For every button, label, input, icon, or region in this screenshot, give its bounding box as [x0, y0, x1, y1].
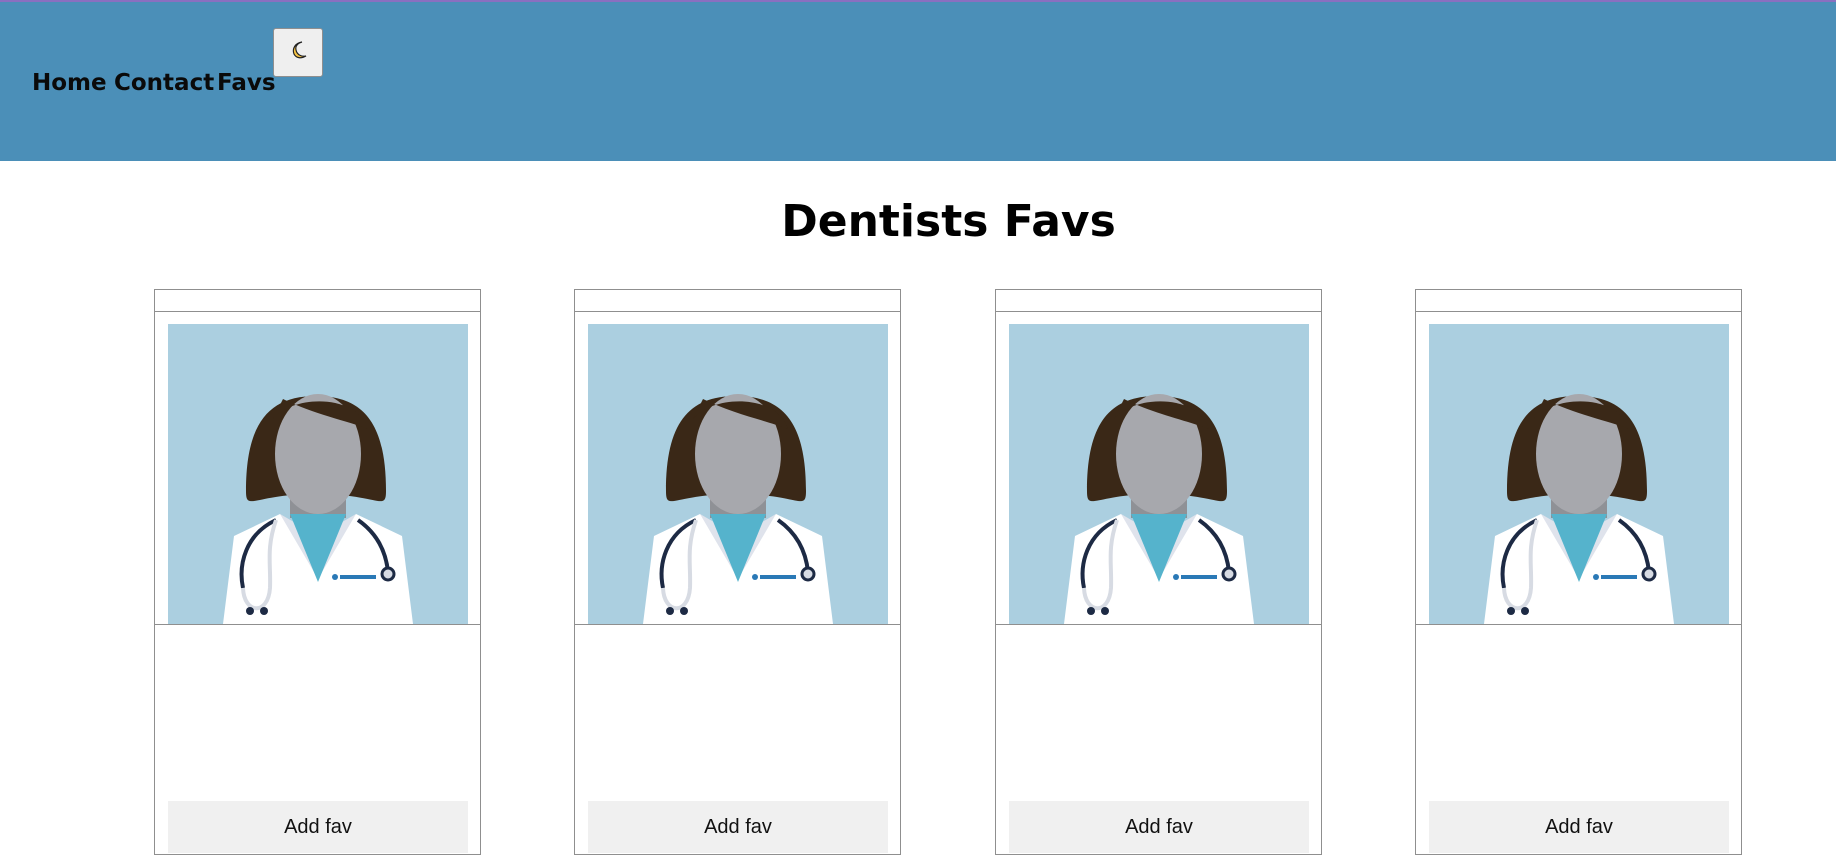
add-fav-button[interactable]: Add fav [588, 801, 888, 853]
card-header [996, 290, 1321, 312]
nav-link-favs[interactable]: Favs [217, 70, 276, 96]
doctor-avatar-icon [588, 324, 888, 624]
add-fav-button[interactable]: Add fav [1429, 801, 1729, 853]
doctor-avatar-icon [1009, 324, 1309, 624]
add-fav-button[interactable]: Add fav [168, 801, 468, 853]
moon-icon [286, 39, 310, 66]
navbar: Home Contact Favs [0, 2, 1836, 161]
dentist-card: Add fav [1415, 289, 1742, 855]
add-fav-button[interactable]: Add fav [1009, 801, 1309, 853]
dentist-card: Add fav [154, 289, 481, 855]
card-header [575, 290, 900, 312]
doctor-avatar-icon [168, 324, 468, 624]
doctor-avatar-icon [1429, 324, 1729, 624]
nav-link-contact[interactable]: Contact [114, 70, 214, 96]
dentist-card: Add fav [995, 289, 1322, 855]
card-header [155, 290, 480, 312]
card-header [1416, 290, 1741, 312]
nav-link-home[interactable]: Home [32, 70, 107, 96]
dentist-card: Add fav [574, 289, 901, 855]
theme-toggle-button[interactable] [273, 28, 323, 77]
page-title: Dentists Favs [781, 196, 1116, 247]
